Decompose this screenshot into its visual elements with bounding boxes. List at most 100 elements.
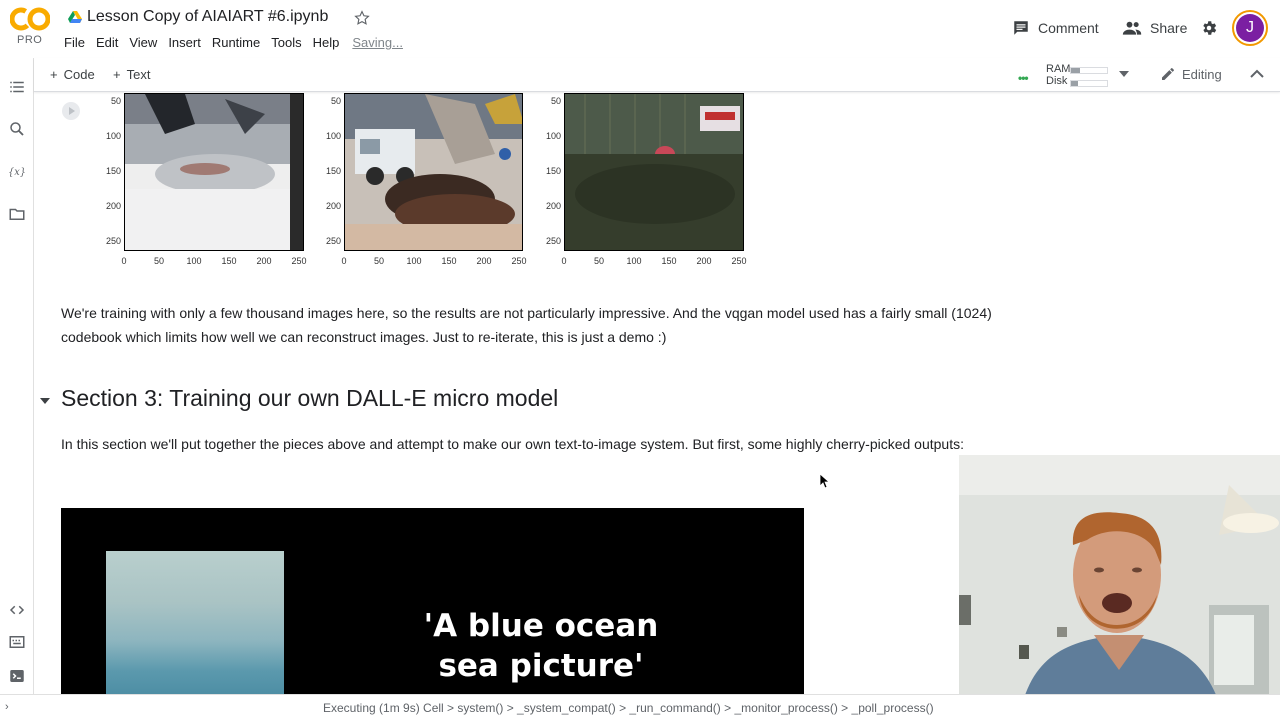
x-tick-label: 0 (561, 256, 567, 266)
ram-label: RAM (1046, 63, 1071, 75)
add-text-label: Text (126, 67, 151, 82)
menu-view[interactable]: View (129, 35, 157, 53)
section-heading: Section 3: Training our own DALL-E micro… (61, 385, 559, 411)
y-tick-label: 50 (110, 96, 121, 106)
colab-window: PRO Lesson Copy of AIAIART #6.ipynb File… (0, 0, 1280, 720)
y-tick-label: 250 (105, 236, 121, 246)
google-drive-icon (68, 11, 82, 23)
x-tick-label: 250 (291, 256, 307, 266)
save-status[interactable]: Saving... (352, 35, 403, 53)
terminal-icon[interactable] (8, 667, 26, 685)
editing-mode-button[interactable]: Editing (1160, 66, 1222, 82)
output-image (124, 93, 304, 251)
x-tick-label: 200 (476, 256, 492, 266)
presenter-video (959, 455, 1280, 720)
left-sidebar: {x} (0, 58, 34, 720)
menu-edit[interactable]: Edit (96, 35, 118, 53)
run-cell-button[interactable] (62, 102, 80, 120)
menu-bar: File Edit View Insert Runtime Tools Help… (64, 35, 403, 53)
ram-usage-fill (1071, 68, 1080, 73)
people-icon (1122, 21, 1142, 35)
colab-logo[interactable]: PRO (10, 6, 50, 48)
y-tick-label: 200 (545, 201, 561, 211)
section-collapse-icon[interactable] (40, 397, 50, 405)
x-tick-label: 100 (186, 256, 202, 266)
output-image-plot: 50 100 150 200 250 0 50 100 150 200 250 (319, 93, 527, 271)
reconstructed-image-1 (125, 94, 303, 250)
demo-video-output[interactable]: 'A blue ocean sea picture' (61, 508, 804, 694)
y-tick-label: 200 (325, 201, 341, 211)
disk-usage-fill (1071, 81, 1079, 86)
x-tick-label: 50 (153, 256, 164, 266)
notebook-title[interactable]: Lesson Copy of AIAIART #6.ipynb (87, 8, 328, 26)
video-caption: 'A blue ocean sea picture' (391, 606, 691, 686)
menu-file[interactable]: File (64, 35, 85, 53)
chevron-down-icon[interactable] (1119, 70, 1129, 78)
account-avatar[interactable]: J (1232, 10, 1268, 46)
y-tick-label: 150 (545, 166, 561, 176)
header: PRO Lesson Copy of AIAIART #6.ipynb File… (0, 0, 1280, 58)
y-tick-label: 100 (105, 131, 121, 141)
x-tick-label: 200 (256, 256, 272, 266)
x-tick-label: 150 (221, 256, 237, 266)
table-of-contents-icon[interactable] (8, 78, 26, 96)
x-tick-label: 0 (341, 256, 347, 266)
webcam-overlay (959, 455, 1280, 720)
colab-logo-icon (10, 7, 50, 31)
add-code-label: Code (63, 67, 95, 82)
variables-icon[interactable]: {x} (8, 162, 26, 180)
output-image (344, 93, 523, 251)
x-tick-label: 250 (731, 256, 747, 266)
disk-label: Disk (1046, 75, 1068, 87)
chevron-up-icon[interactable] (1250, 69, 1264, 79)
reconstructed-image-3 (565, 94, 743, 250)
x-tick-label: 0 (121, 256, 127, 266)
output-image-plot: 50 100 150 200 250 0 50 100 150 200 250 (99, 93, 307, 271)
x-tick-label: 200 (696, 256, 712, 266)
editing-label: Editing (1182, 66, 1222, 82)
share-button[interactable]: Share (1122, 18, 1187, 38)
x-tick-label: 100 (406, 256, 422, 266)
add-code-button[interactable]: + Code (50, 67, 95, 82)
code-snippets-icon[interactable] (8, 601, 26, 619)
comment-button[interactable]: Comment (1012, 18, 1099, 38)
caption-line-2: sea picture' (438, 648, 644, 684)
menu-insert[interactable]: Insert (168, 35, 201, 53)
y-tick-label: 50 (330, 96, 341, 106)
gear-icon[interactable] (1200, 19, 1218, 37)
y-tick-label: 150 (325, 166, 341, 176)
y-tick-label: 250 (325, 236, 341, 246)
y-tick-label: 200 (105, 201, 121, 211)
plus-icon: + (113, 67, 121, 82)
output-image-plot: 50 100 150 200 250 0 50 100 150 200 250 (539, 93, 747, 271)
plan-label: PRO (17, 34, 43, 46)
ocean-image (106, 551, 284, 694)
comment-icon (1014, 21, 1028, 35)
chevron-right-icon[interactable]: › (5, 701, 9, 713)
y-tick-label: 100 (325, 131, 341, 141)
x-tick-label: 150 (661, 256, 677, 266)
execution-status: Executing (1m 9s) Cell > system() > _sys… (323, 701, 934, 715)
avatar-initial: J (1236, 14, 1264, 42)
comment-label: Comment (1038, 20, 1099, 36)
add-text-button[interactable]: + Text (113, 67, 150, 82)
x-tick-label: 50 (373, 256, 384, 266)
y-tick-label: 150 (105, 166, 121, 176)
command-palette-icon[interactable] (8, 633, 26, 651)
x-tick-label: 250 (511, 256, 527, 266)
y-tick-label: 50 (550, 96, 561, 106)
disk-usage-bar (1070, 80, 1108, 87)
menu-runtime[interactable]: Runtime (212, 35, 260, 53)
menu-help[interactable]: Help (313, 35, 340, 53)
x-tick-label: 150 (441, 256, 457, 266)
search-icon[interactable] (8, 120, 26, 138)
y-tick-label: 250 (545, 236, 561, 246)
folder-icon[interactable] (8, 205, 26, 223)
notebook-toolbar: + Code + Text ••• RAM Disk (34, 58, 1280, 92)
x-tick-label: 50 (593, 256, 604, 266)
plus-icon: + (50, 67, 58, 82)
star-icon[interactable] (353, 9, 371, 27)
connected-dots-icon: ••• (1018, 71, 1029, 85)
menu-tools[interactable]: Tools (271, 35, 301, 53)
resources-indicator[interactable]: ••• RAM Disk (1018, 62, 1128, 90)
